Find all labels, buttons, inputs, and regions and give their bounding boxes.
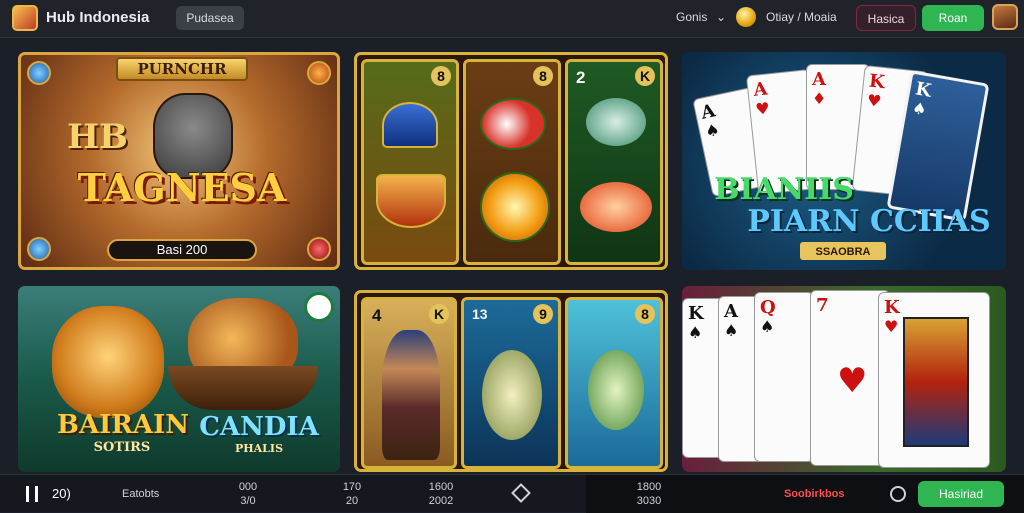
tile-title: PIARN CCIIAS <box>747 204 991 239</box>
fish-icon <box>586 98 646 146</box>
tile-subtitle: SSAOBRA <box>815 246 871 258</box>
reel-number: K <box>635 66 655 86</box>
top-bar: Hub Indonesia Pudasea Gonis ⌄ Otiay / Mo… <box>0 0 1024 38</box>
left-value: 20) <box>52 486 71 501</box>
clock-icon[interactable] <box>890 486 906 502</box>
card-suit: ♥ <box>754 98 771 119</box>
card-suit: ♠ <box>703 119 722 142</box>
tile-title: TAGNESA <box>77 165 287 210</box>
game-tile-bairain[interactable]: BAIRAIN SOTIRS CANDIA PHALIS <box>18 286 340 472</box>
game-tile-cards-2[interactable]: K ♠ A ♠ Q ♠ 7 ♥ K ♥ <box>682 286 1006 472</box>
bowl-icon <box>376 174 446 228</box>
boat-icon <box>168 366 318 410</box>
slot-reel: 13 9 <box>461 297 561 469</box>
fish-icon <box>580 182 652 232</box>
slot-reel: 8 <box>361 59 459 265</box>
playing-card: K ♥ <box>878 292 990 468</box>
fish-icon <box>588 350 644 430</box>
hat-icon <box>382 102 438 148</box>
stat-bottom: 20 <box>345 495 359 507</box>
slot-reel: 8 <box>463 59 561 265</box>
card-rank: A <box>752 78 769 101</box>
game-tile-slot-reels-2[interactable]: 4 K 13 9 8 <box>354 290 668 472</box>
reel-number: 2 <box>576 68 586 87</box>
card-suit: ♠ <box>910 98 929 120</box>
corner-gem-icon <box>307 237 331 261</box>
slot-reel: 4 K <box>361 297 457 469</box>
stat-bottom: 2002 <box>428 495 454 507</box>
card-rank: 7 <box>816 295 829 316</box>
playing-card: Q ♠ <box>754 292 814 462</box>
tile-title: BIANIIS <box>714 172 854 207</box>
promo-text[interactable]: Soobirkbos <box>784 488 845 500</box>
card-suit: ♠ <box>760 317 775 336</box>
category-chip[interactable]: Pudasea <box>176 6 244 30</box>
diamond-icon[interactable] <box>511 483 531 503</box>
tile-title-top: HB <box>67 117 128 157</box>
card-rank: Q <box>760 297 776 318</box>
card-suit: ♥ <box>884 317 899 336</box>
card-rank: K <box>884 297 900 318</box>
bet-bar: Basi 200 <box>107 239 257 261</box>
coin-icon <box>736 7 756 27</box>
fish-icon <box>482 350 542 440</box>
stat-bottom: 3030 <box>636 495 662 507</box>
reel-number: 8 <box>533 66 553 86</box>
secondary-button[interactable]: Hasica <box>856 5 916 31</box>
card-suit: ♦ <box>812 89 827 108</box>
card-suit: ♥ <box>866 90 883 111</box>
card-rank: K <box>688 303 704 324</box>
user-text: Otiay / Moaia <box>766 10 837 24</box>
pause-icon[interactable] <box>26 486 38 502</box>
fox-mascot-icon <box>52 306 164 418</box>
chevron-down-icon[interactable]: ⌄ <box>716 10 726 24</box>
tile-banner: PURNCHR <box>116 57 248 81</box>
tile-subtitle-bar: SSAOBRA <box>800 242 886 260</box>
tile-banner-text: PURNCHR <box>137 60 227 78</box>
stat-top: 170 <box>342 481 362 493</box>
king-art-icon <box>903 317 969 447</box>
reel-number: 8 <box>635 304 655 324</box>
corner-gem-icon <box>27 237 51 261</box>
fisherman-icon <box>382 330 440 460</box>
app-logo-icon[interactable] <box>12 5 38 31</box>
game-tile-tagnesa[interactable]: PURNCHR HB TAGNESA Basi 200 <box>18 52 340 270</box>
stat-top: 1800 <box>636 481 662 493</box>
bet-bar-label: Basi 200 <box>156 242 208 257</box>
primary-button[interactable]: Roan <box>922 5 984 31</box>
slot-reel: 8 <box>565 297 663 469</box>
stat-top: 000 <box>238 481 258 493</box>
action-button[interactable]: Hasiriad <box>918 481 1004 507</box>
avatar-icon[interactable] <box>992 4 1018 30</box>
reel-number: K <box>429 304 449 324</box>
stat-top: 1600 <box>428 481 454 493</box>
card-rank: A <box>724 301 738 322</box>
clock-icon[interactable] <box>304 292 334 322</box>
bottom-bar: 20) Eatobts 000 3/0 170 20 1600 2002 180… <box>0 474 1024 513</box>
corner-gem-icon <box>307 61 331 85</box>
tile-title-sub: SOTIRS <box>93 440 151 455</box>
app-title: Hub Indonesia <box>46 9 150 26</box>
corner-gem-icon <box>27 61 51 85</box>
fish-icon <box>480 98 546 150</box>
card-rank: A <box>812 69 826 90</box>
sun-icon <box>480 172 550 242</box>
reel-number: 9 <box>533 304 553 324</box>
tile-title: BAIRAIN <box>56 410 190 440</box>
reel-number: 13 <box>472 306 488 322</box>
slot-reel: 2 K <box>565 59 663 265</box>
reel-number: 4 <box>372 306 382 325</box>
menu-label[interactable]: Gonis <box>676 10 707 24</box>
card-rank: K <box>868 70 886 94</box>
card-suit: ♠ <box>724 321 739 340</box>
game-tile-cards-1[interactable]: A ♠ A ♥ A ♦ K ♥ K ♠ BIANIIS PIARN CCIIAS… <box>682 52 1006 270</box>
game-tile-slot-reels-1[interactable]: 8 8 2 K <box>354 52 668 270</box>
reel-number: 8 <box>431 66 451 86</box>
stat-bottom: 3/0 <box>240 495 256 507</box>
tile-title-2-sub: PHALIS <box>234 442 284 455</box>
card-suit: ♠ <box>688 323 703 342</box>
card-suit: ♥ <box>837 361 868 401</box>
footer-label[interactable]: Eatobts <box>122 488 159 500</box>
tile-title-2: CANDIA <box>199 412 319 442</box>
